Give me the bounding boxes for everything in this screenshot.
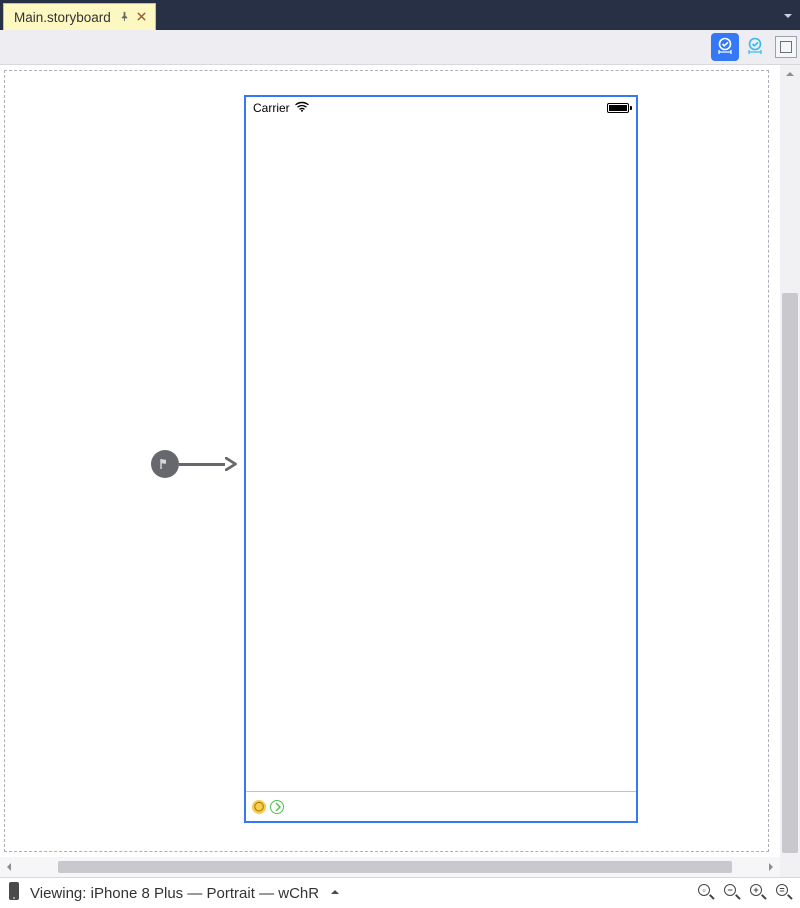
scroll-right-arrow-icon[interactable] xyxy=(762,857,780,877)
zoom-to-fit-button[interactable]: ▫ xyxy=(698,884,716,902)
flag-icon xyxy=(158,457,172,471)
storyboard-toolbar xyxy=(0,30,800,65)
first-responder-icon[interactable] xyxy=(270,800,284,814)
storyboard-canvas[interactable]: Carrier ◯ xyxy=(0,65,800,877)
scroll-left-arrow-icon[interactable] xyxy=(0,857,18,877)
battery-icon xyxy=(607,103,629,113)
simulated-device-frame[interactable]: Carrier ◯ xyxy=(244,95,638,823)
viewing-size-class: wChR xyxy=(278,885,319,902)
horizontal-scroll-thumb[interactable] xyxy=(58,861,732,873)
carrier-label: Carrier xyxy=(253,101,290,115)
entry-arrow xyxy=(179,462,239,466)
toggle-bounds-rectangles-button[interactable] xyxy=(775,36,797,58)
phone-icon[interactable] xyxy=(8,881,20,905)
editor-root: Main.storyboard xyxy=(0,0,800,908)
zoom-actual-button[interactable]: = xyxy=(776,884,794,902)
expand-viewing-icon[interactable] xyxy=(329,885,341,902)
vertical-scrollbar[interactable] xyxy=(780,65,800,857)
horizontal-scroll-track[interactable] xyxy=(18,857,762,877)
horizontal-scrollbar[interactable] xyxy=(0,857,800,877)
view-controller-root-view[interactable] xyxy=(246,118,636,791)
initial-view-controller-indicator[interactable] xyxy=(151,450,179,478)
vertical-scroll-track[interactable] xyxy=(780,83,800,839)
viewing-prefix: Viewing: xyxy=(30,885,86,902)
view-controller-icon[interactable]: ◯ xyxy=(252,800,266,814)
pin-icon[interactable] xyxy=(119,10,130,25)
constraints-update-button[interactable] xyxy=(741,33,769,61)
tab-title: Main.storyboard xyxy=(14,10,111,25)
document-tab-bar: Main.storyboard xyxy=(0,0,800,30)
zoom-controls: ▫ − + = xyxy=(698,884,794,902)
vertical-scroll-thumb[interactable] xyxy=(782,293,798,853)
device-status-bar: Carrier xyxy=(246,97,636,118)
status-bar: Viewing: iPhone 8 Plus — Portrait — wChR… xyxy=(0,877,800,908)
scene-dock[interactable]: ◯ xyxy=(246,791,636,821)
wifi-icon xyxy=(295,101,309,115)
document-tab-main-storyboard[interactable]: Main.storyboard xyxy=(3,3,156,30)
close-icon[interactable] xyxy=(136,10,147,25)
viewing-device: iPhone 8 Plus xyxy=(91,885,184,902)
scroll-up-arrow-icon[interactable] xyxy=(780,65,800,83)
scroll-corner xyxy=(780,857,800,877)
viewing-info[interactable]: Viewing: iPhone 8 Plus — Portrait — wChR xyxy=(30,885,319,902)
viewing-orientation: Portrait xyxy=(207,885,255,902)
zoom-out-button[interactable]: − xyxy=(724,884,742,902)
constraints-resolve-button[interactable] xyxy=(711,33,739,61)
zoom-in-button[interactable]: + xyxy=(750,884,768,902)
tab-overflow-dropdown-icon[interactable] xyxy=(782,9,794,27)
